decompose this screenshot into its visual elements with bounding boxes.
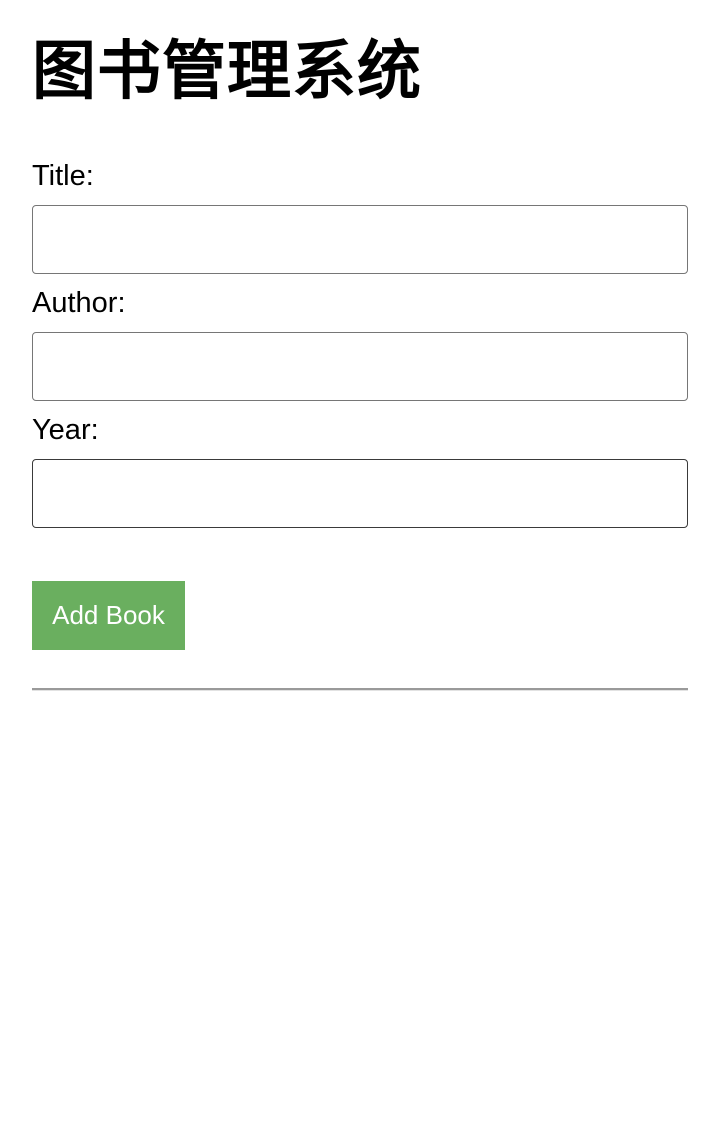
author-label: Author: bbox=[32, 287, 126, 319]
book-management-page: 图书管理系统 Title: Author: Year: Add Book bbox=[0, 0, 722, 1134]
author-input[interactable] bbox=[32, 332, 688, 401]
year-label: Year: bbox=[32, 414, 99, 446]
title-label: Title: bbox=[32, 160, 94, 192]
divider bbox=[32, 688, 688, 691]
add-book-form: Title: Author: Year: Add Book bbox=[32, 160, 688, 650]
add-book-button[interactable]: Add Book bbox=[32, 581, 185, 650]
title-input[interactable] bbox=[32, 205, 688, 274]
page-title: 图书管理系统 bbox=[32, 35, 422, 109]
year-input[interactable] bbox=[32, 459, 688, 528]
